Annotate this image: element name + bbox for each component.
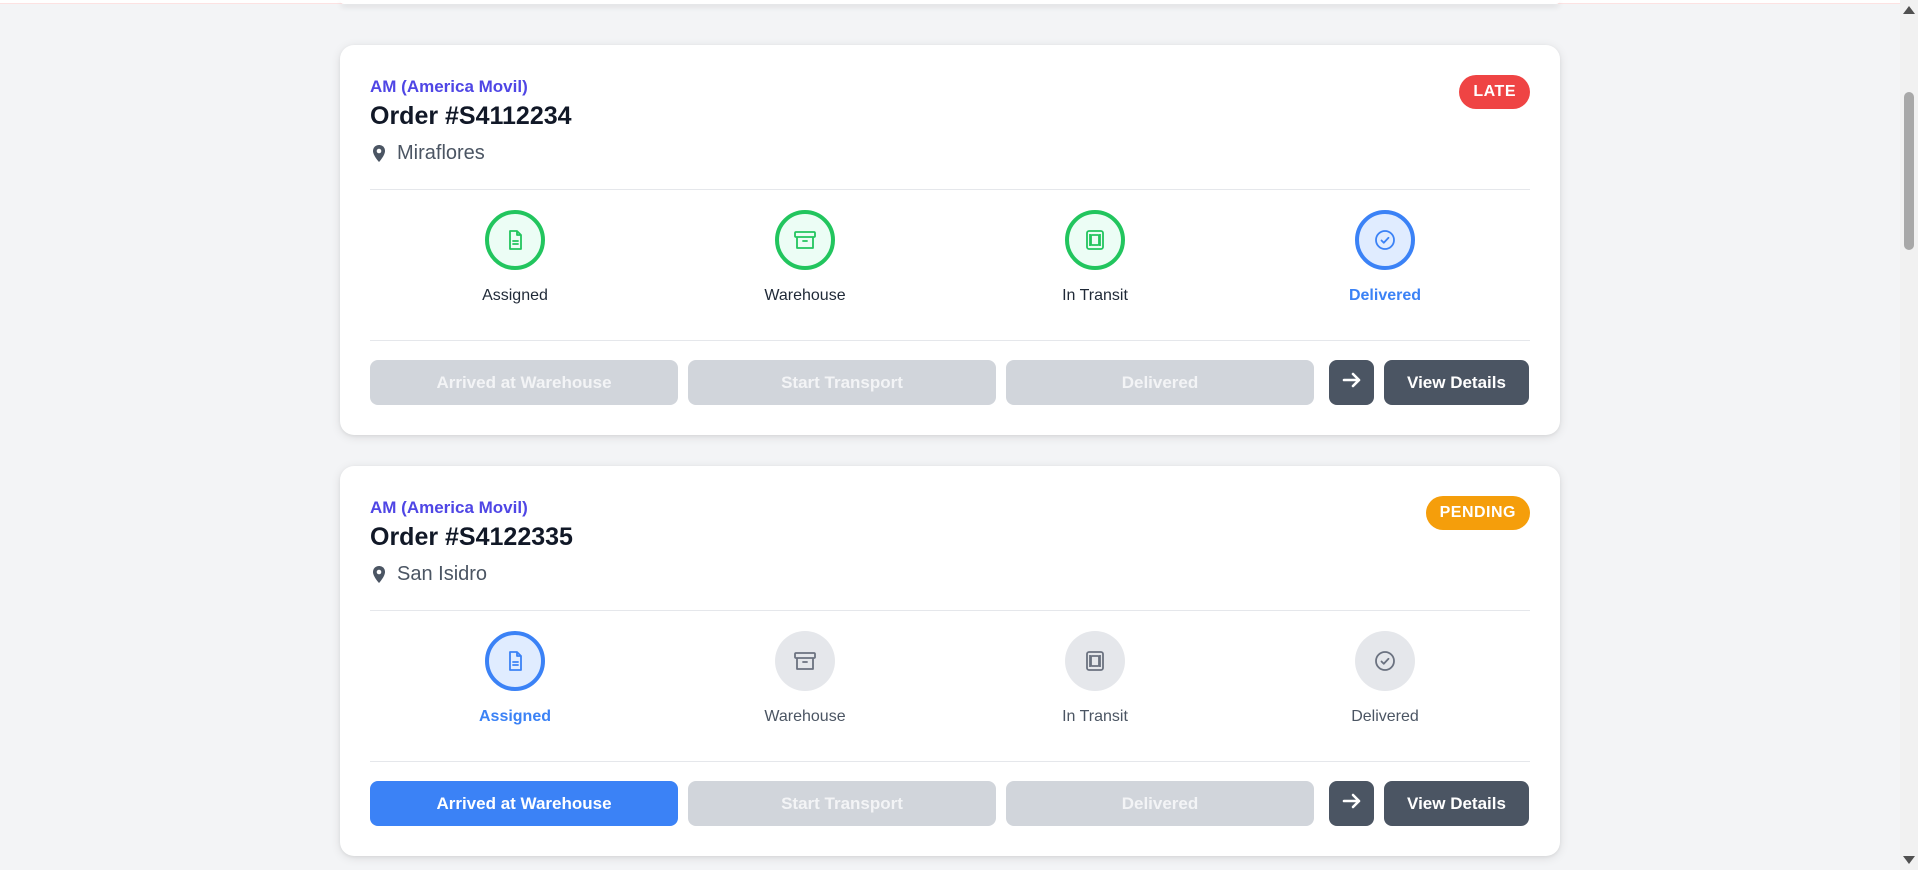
archive-box-icon xyxy=(792,228,818,252)
company-name: AM (America Movil) xyxy=(370,498,528,517)
vertical-scrollbar[interactable] xyxy=(1900,0,1918,870)
step-circle xyxy=(775,210,835,270)
step-circle xyxy=(775,631,835,691)
view-details-button[interactable]: View Details xyxy=(1384,360,1529,405)
divider xyxy=(370,189,1530,190)
arrived-at-warehouse-button[interactable]: Arrived at Warehouse xyxy=(370,360,678,405)
status-badge: PENDING xyxy=(1425,496,1530,530)
status-badge: LATE xyxy=(1459,75,1530,109)
step-label: In Transit xyxy=(1062,287,1128,304)
arrow-right-icon xyxy=(1342,372,1362,393)
progress-steps: Assigned Warehouse In Transit Delivered xyxy=(370,210,1530,320)
location-text: Miraflores xyxy=(397,142,485,164)
start-transport-button[interactable]: Start Transport xyxy=(688,360,996,405)
document-icon xyxy=(503,649,527,673)
step-in-transit: In Transit xyxy=(950,631,1240,741)
company-name: AM (America Movil) xyxy=(370,77,528,96)
location: Miraflores xyxy=(370,142,485,165)
divider xyxy=(370,340,1530,341)
next-step-button[interactable] xyxy=(1329,360,1374,405)
arrived-at-warehouse-button[interactable]: Arrived at Warehouse xyxy=(370,781,678,826)
step-label: Warehouse xyxy=(764,287,846,304)
order-actions: Arrived at Warehouse Start Transport Del… xyxy=(370,360,1530,405)
divider xyxy=(370,610,1530,611)
step-delivered: Delivered xyxy=(1240,210,1530,320)
order-card: AM (America Movil) Order #S4122335 San I… xyxy=(340,466,1560,856)
scroll-down-arrow-icon[interactable] xyxy=(1903,856,1915,864)
map-pin-icon xyxy=(370,565,388,585)
archive-box-icon xyxy=(792,649,818,673)
step-circle xyxy=(485,210,545,270)
divider xyxy=(370,761,1530,762)
order-card: AM (America Movil) Order #S4112234 Miraf… xyxy=(340,45,1560,435)
step-circle xyxy=(485,631,545,691)
location: San Isidro xyxy=(370,563,487,586)
step-circle xyxy=(1065,631,1125,691)
step-assigned: Assigned xyxy=(370,631,660,741)
check-circle-icon xyxy=(1373,649,1397,673)
step-label: Assigned xyxy=(482,287,548,304)
step-label: In Transit xyxy=(1062,708,1128,725)
step-circle xyxy=(1065,210,1125,270)
step-circle xyxy=(1355,210,1415,270)
view-details-button[interactable]: View Details xyxy=(1384,781,1529,826)
order-actions: Arrived at Warehouse Start Transport Del… xyxy=(370,781,1530,826)
previous-order-card-edge xyxy=(340,0,1560,4)
step-warehouse: Warehouse xyxy=(660,210,950,320)
scroll-thumb[interactable] xyxy=(1904,92,1914,250)
step-label: Assigned xyxy=(478,708,551,725)
map-pin-icon xyxy=(370,144,388,164)
step-circle xyxy=(1355,631,1415,691)
order-title: Order #S4112234 xyxy=(370,102,572,130)
check-circle-icon xyxy=(1373,228,1397,252)
step-delivered: Delivered xyxy=(1240,631,1530,741)
location-text: San Isidro xyxy=(397,563,488,585)
order-title: Order #S4122335 xyxy=(370,523,573,551)
truck-transit-icon xyxy=(1083,228,1107,252)
next-step-button[interactable] xyxy=(1329,781,1374,826)
progress-steps: Assigned Warehouse In Transit Delivered xyxy=(370,631,1530,741)
scroll-up-arrow-icon[interactable] xyxy=(1903,6,1915,14)
arrow-right-icon xyxy=(1342,793,1362,814)
step-warehouse: Warehouse xyxy=(660,631,950,741)
step-in-transit: In Transit xyxy=(950,210,1240,320)
step-label: Delivered xyxy=(1351,708,1419,725)
document-icon xyxy=(503,228,527,252)
step-assigned: Assigned xyxy=(370,210,660,320)
delivered-button[interactable]: Delivered xyxy=(1006,360,1314,405)
step-label: Delivered xyxy=(1348,287,1422,304)
start-transport-button[interactable]: Start Transport xyxy=(688,781,996,826)
step-label: Warehouse xyxy=(764,708,846,725)
delivered-button[interactable]: Delivered xyxy=(1006,781,1314,826)
truck-transit-icon xyxy=(1083,649,1107,673)
